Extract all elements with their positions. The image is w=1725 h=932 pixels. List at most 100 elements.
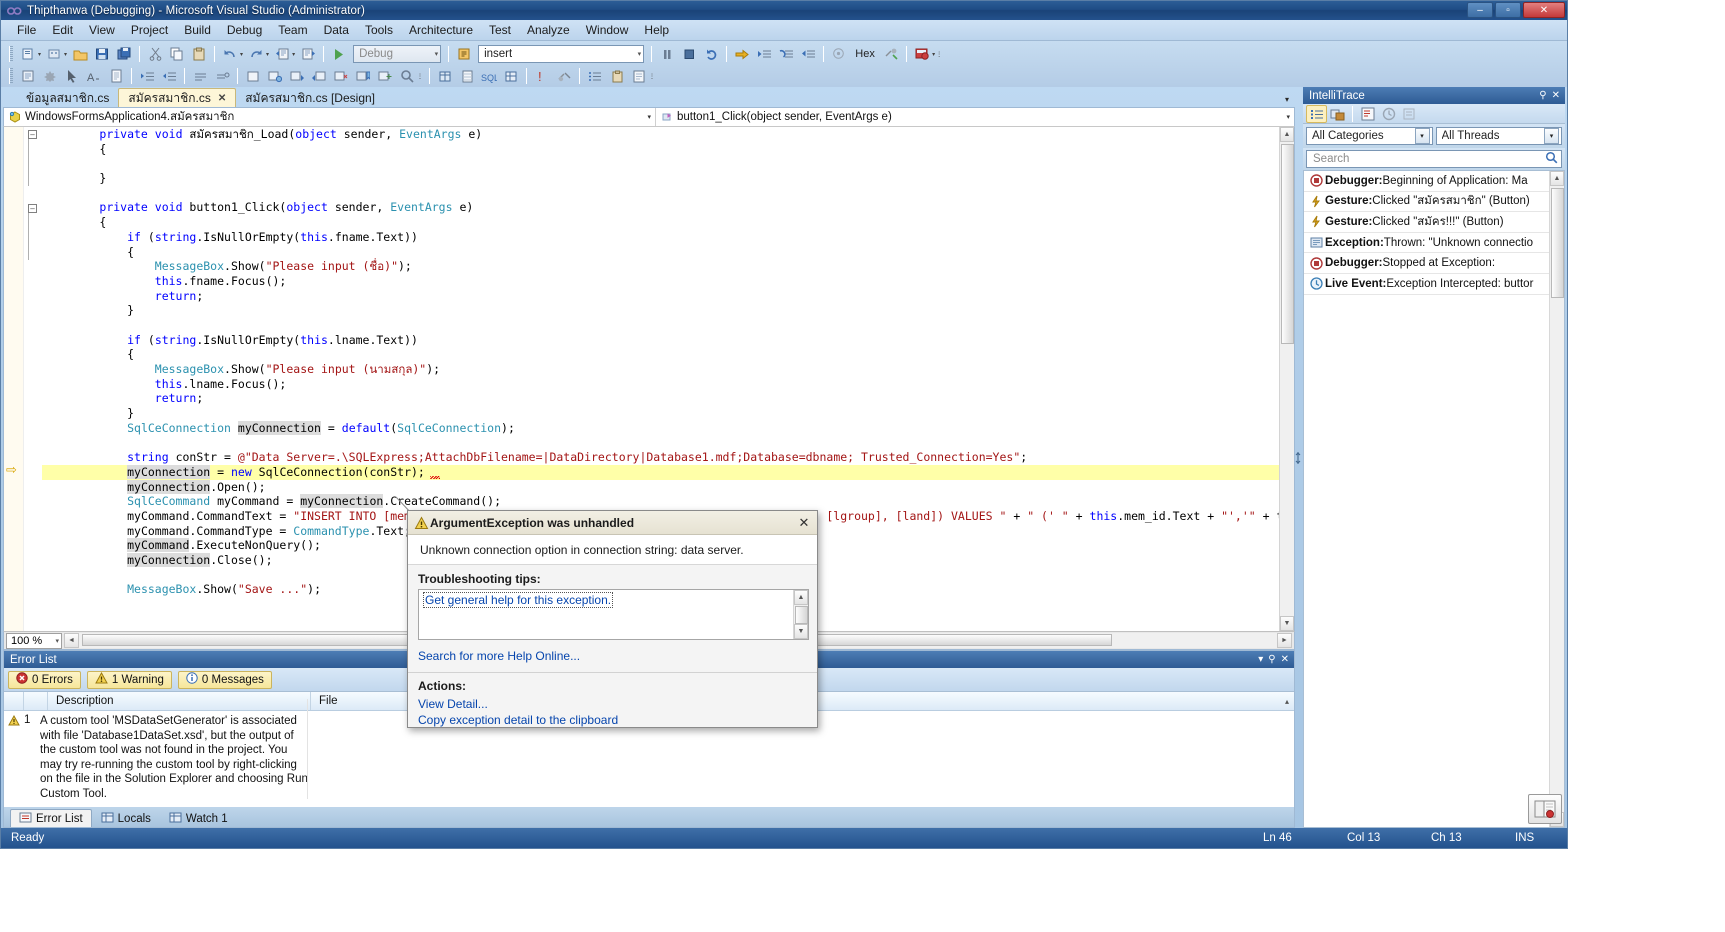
tb2-overflow-icon[interactable]: ⋮ xyxy=(417,73,423,80)
close-icon-dialog[interactable]: ✕ xyxy=(795,514,813,532)
tb2-overflow-icon-2[interactable]: ⋮ xyxy=(649,73,655,80)
member-navigation-combo[interactable]: button1_Click(object sender, EventArgs e… xyxy=(656,108,1294,126)
menu-edit[interactable]: Edit xyxy=(44,21,81,39)
table-row[interactable]: 1 A custom tool 'MSDataSetGenerator' is … xyxy=(4,711,310,807)
quick-find-icon[interactable] xyxy=(397,67,417,86)
menu-build[interactable]: Build xyxy=(176,21,219,39)
events-view-icon[interactable] xyxy=(1306,105,1327,123)
troubleshooting-tips-box[interactable]: Get general help for this exception. ▲ ▼ xyxy=(418,589,809,640)
paste-icon[interactable] xyxy=(189,45,209,64)
column-icon[interactable] xyxy=(4,692,24,710)
exception-icon[interactable]: ! xyxy=(532,67,552,86)
messages-filter-button[interactable]: 0 Messages xyxy=(178,671,272,689)
settings-icon[interactable] xyxy=(554,67,574,86)
list-icon[interactable] xyxy=(585,67,605,86)
breakpoint-dropdown-icon[interactable]: ▾ xyxy=(932,51,935,58)
navigate-forward-icon[interactable] xyxy=(298,45,318,64)
scroll-left-button[interactable]: ◄ xyxy=(64,633,79,648)
new-project-icon[interactable] xyxy=(18,45,38,64)
stop-debugging-icon[interactable] xyxy=(679,45,699,64)
zoom-level-combo[interactable]: 100 % ▾ xyxy=(6,633,62,649)
start-debug-icon[interactable] xyxy=(329,45,349,64)
category-filter-combo[interactable]: All Categories ▾ xyxy=(1306,127,1433,145)
thread-filter-combo[interactable]: All Threads ▾ xyxy=(1436,127,1563,145)
undo-dropdown-icon[interactable]: ▾ xyxy=(240,51,243,58)
menu-data[interactable]: Data xyxy=(316,21,357,39)
tab-locals[interactable]: Locals xyxy=(92,809,160,827)
intellitrace-event-list[interactable]: Debugger: Beginning of Application: MaGe… xyxy=(1303,170,1565,828)
menu-help[interactable]: Help xyxy=(636,21,677,39)
column-file[interactable]: File xyxy=(311,692,421,710)
database-icon[interactable] xyxy=(435,67,455,86)
solution-configuration-combo[interactable]: Debug ▾ xyxy=(353,45,441,63)
document-tab-1[interactable]: ข้อมูลสมาชิก.cs xyxy=(17,89,118,107)
tips-scroll-thumb[interactable] xyxy=(795,606,808,624)
chevron-down-icon-type[interactable]: ▾ xyxy=(647,113,651,121)
cut-icon[interactable] xyxy=(145,45,165,64)
tips-scroll-down-button[interactable]: ▼ xyxy=(794,624,808,639)
previous-bookmark-icon[interactable] xyxy=(309,67,329,86)
comment-icon[interactable] xyxy=(190,67,210,86)
uncomment-icon[interactable] xyxy=(212,67,232,86)
step-out-icon[interactable] xyxy=(798,45,818,64)
restart-icon[interactable] xyxy=(701,45,721,64)
chevron-down-icon-category[interactable]: ▾ xyxy=(1415,128,1430,144)
document-tab-3[interactable]: สมัครสมาชิก.cs [Design] xyxy=(236,89,384,107)
toolbar-grip-2[interactable] xyxy=(9,68,13,84)
navigate-icon[interactable] xyxy=(1378,105,1399,123)
breakpoint-window-icon[interactable] xyxy=(912,45,932,64)
navigate-backward-dropdown-icon[interactable]: ▾ xyxy=(292,51,295,58)
type-navigation-combo[interactable]: WindowsFormsApplication4.สมัครสมาชิก ▾ xyxy=(4,108,656,126)
add-item-dropdown-icon[interactable]: ▾ xyxy=(64,51,67,58)
bookmark-window-icon[interactable] xyxy=(353,67,373,86)
chevron-down-icon-errorlist[interactable]: ▾ xyxy=(1258,654,1263,665)
errors-filter-button[interactable]: 0 Errors xyxy=(8,671,81,689)
it-scroll-thumb[interactable] xyxy=(1551,188,1564,298)
dock-splitter[interactable] xyxy=(1295,87,1301,828)
list-item[interactable]: Live Event: Exception Intercepted: butto… xyxy=(1304,274,1549,295)
menu-team[interactable]: Team xyxy=(270,21,315,39)
tips-scroll-up-button[interactable]: ▲ xyxy=(794,590,808,605)
threads-icon[interactable] xyxy=(829,45,849,64)
toggle-bookmark-icon[interactable] xyxy=(265,67,285,86)
new-project-dropdown-icon[interactable]: ▾ xyxy=(38,51,41,58)
toolbar-overflow-icon[interactable]: ⋮ xyxy=(936,51,942,58)
object-browser-icon[interactable] xyxy=(629,67,649,86)
options-icon[interactable] xyxy=(1399,105,1420,123)
find-in-files-icon[interactable] xyxy=(454,45,474,64)
minimize-button[interactable]: – xyxy=(1467,2,1493,18)
chevron-down-icon-tabs[interactable]: ▾ xyxy=(1285,95,1289,104)
general-help-link[interactable]: Get general help for this exception. xyxy=(423,592,613,608)
close-button[interactable]: ✕ xyxy=(1523,2,1565,18)
list-item[interactable]: Exception: Thrown: "Unknown connectio xyxy=(1304,233,1549,254)
find-combo[interactable]: insert ▾ xyxy=(478,45,644,63)
indent-icon[interactable] xyxy=(137,67,157,86)
document-tab-2[interactable]: สมัครสมาชิก.cs ✕ xyxy=(118,88,236,107)
chevron-down-icon-member[interactable]: ▾ xyxy=(1286,113,1290,121)
pin-icon-intellitrace[interactable]: ⚲ xyxy=(1539,90,1546,101)
next-bookmark-icon[interactable] xyxy=(287,67,307,86)
warnings-filter-button[interactable]: 1 Warning xyxy=(87,671,172,689)
help-overlay-widget[interactable] xyxy=(1528,794,1562,824)
chevron-down-icon-thread[interactable]: ▾ xyxy=(1544,128,1559,144)
menu-analyze[interactable]: Analyze xyxy=(519,21,578,39)
navigate-backward-icon[interactable] xyxy=(272,45,292,64)
clear-bookmarks-icon[interactable] xyxy=(331,67,351,86)
outlining-margin[interactable]: –– xyxy=(24,127,42,631)
list-item[interactable]: Gesture: Clicked "สมัคร!!!" (Button) xyxy=(1304,212,1549,233)
open-file-icon[interactable] xyxy=(70,45,90,64)
close-icon[interactable]: ✕ xyxy=(218,93,226,104)
outdent-icon[interactable] xyxy=(159,67,179,86)
document-outline-icon[interactable] xyxy=(106,67,126,86)
window-icon[interactable] xyxy=(243,67,263,86)
view-detail-link[interactable]: View Detail... xyxy=(418,697,488,711)
list-item[interactable]: Debugger: Stopped at Exception: xyxy=(1304,253,1549,274)
properties-window-icon[interactable] xyxy=(40,67,60,86)
solution-explorer-icon[interactable] xyxy=(18,67,38,86)
add-item-icon[interactable] xyxy=(44,45,64,64)
save-all-icon[interactable] xyxy=(114,45,134,64)
exception-assistant-dialog[interactable]: ArgumentException was unhandled ✕ Unknow… xyxy=(407,510,818,728)
expand-all-icon[interactable] xyxy=(375,67,395,86)
scroll-up-button[interactable]: ▲ xyxy=(1280,127,1294,142)
redo-icon[interactable] xyxy=(246,45,266,64)
